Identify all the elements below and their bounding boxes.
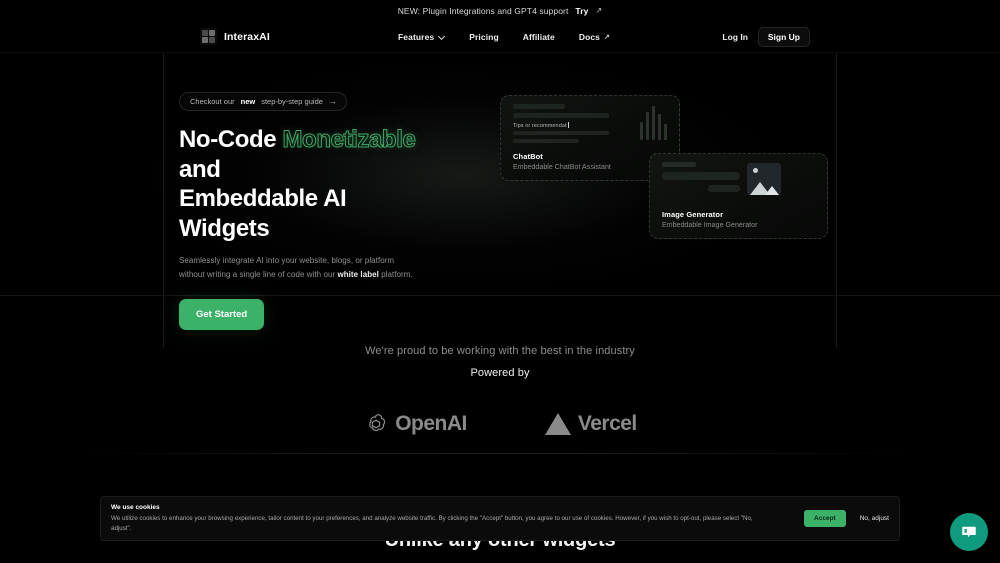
announcement-text: NEW: Plugin Integrations and GPT4 suppor… [397, 5, 569, 16]
cookie-accept-button[interactable]: Accept [804, 510, 846, 527]
nav-auth: Log In Sign Up [722, 26, 810, 47]
navbar: InteraxAI Features Pricing Affiliate Doc… [0, 21, 1000, 53]
guide-badge-strong: new [240, 97, 256, 106]
partner-openai-label: OpenAI [395, 412, 467, 435]
cookie-banner-body: We utilize cookies to enhance your brows… [111, 514, 753, 532]
hero-subtitle-strong: white label [337, 269, 379, 279]
hero-section: Checkout our new step-by-step guide → No… [0, 53, 1000, 343]
partner-openai: OpenAI [363, 411, 467, 437]
chatbot-typed-text: Tips or recommendat [513, 122, 569, 129]
external-link-arrow-icon: ↗ [595, 6, 603, 15]
partners-tagline: We're proud to be working with the best … [365, 345, 635, 357]
nav-item-affiliate-label: Affiliate [522, 31, 555, 42]
headline-line2: Embeddable AI Widgets [179, 185, 347, 242]
announcement-bar: NEW: Plugin Integrations and GPT4 suppor… [0, 0, 1000, 21]
chevron-down-icon [438, 33, 445, 40]
signup-button[interactable]: Sign Up [757, 26, 810, 47]
image-generator-card-subtitle: Embeddable Image Generator [662, 222, 758, 229]
cookie-banner: We use cookies We utilize cookies to enh… [100, 496, 900, 541]
nav-item-features-label: Features [398, 31, 435, 42]
nav-item-affiliate[interactable]: Affiliate [523, 32, 555, 42]
widget-card-image-generator[interactable]: Image Generator Embeddable Image Generat… [649, 153, 828, 239]
image-placeholder-icon [747, 163, 781, 195]
arrow-right-icon: → [328, 97, 337, 106]
partner-vercel-label: Vercel [577, 412, 637, 435]
external-link-arrow-icon: ↗ [604, 33, 610, 41]
guide-badge-suffix: step-by-step guide [261, 97, 323, 106]
headline-part1: No-Code [179, 126, 277, 153]
brand-name: InteraxAI [224, 30, 270, 43]
nav-item-features[interactable]: Features [398, 32, 445, 42]
powered-by-label: Powered by [470, 367, 530, 379]
section-divider [90, 453, 910, 454]
page-title: No-Code Monetizable and Embeddable AI Wi… [179, 125, 439, 243]
guide-badge[interactable]: Checkout our new step-by-step guide → [179, 92, 347, 111]
partner-vercel: Vercel [544, 412, 637, 436]
page-root: NEW: Plugin Integrations and GPT4 suppor… [0, 0, 1000, 563]
chat-widget-button[interactable] [950, 513, 988, 551]
chatbot-card-subtitle: Embeddable ChatBot Assistant [513, 164, 611, 171]
cookie-decline-button[interactable]: No, adjust [860, 515, 889, 522]
openai-logo-icon [369, 414, 386, 432]
cookie-banner-text: We use cookies We utilize cookies to enh… [111, 504, 804, 533]
guide-badge-prefix: Checkout our [190, 97, 235, 106]
partners-section: We're proud to be working with the best … [0, 345, 1000, 437]
chatbot-card-title: ChatBot [513, 152, 543, 161]
chatbot-card-body: ChatBot Embeddable ChatBot Assistant [513, 152, 611, 171]
nav-item-docs-label: Docs [578, 31, 601, 42]
nav-item-pricing[interactable]: Pricing [469, 32, 499, 42]
cookie-banner-actions: Accept No, adjust [804, 510, 889, 527]
waveform-icon [640, 106, 667, 140]
brand-logo[interactable]: InteraxAI [200, 28, 270, 45]
get-started-button[interactable]: Get Started [179, 298, 265, 330]
logo-mark-icon [200, 28, 217, 45]
headline-part2: and [179, 155, 221, 183]
announcement-try-link[interactable]: Try [575, 6, 588, 16]
hero-subtitle-part2: platform. [381, 269, 413, 279]
image-generator-card-body: Image Generator Embeddable Image Generat… [662, 210, 757, 229]
nav-item-pricing-label: Pricing [469, 31, 499, 42]
image-generator-card-title: Image Generator [662, 210, 724, 219]
chatbot-card-art: Tips or recommendat [501, 96, 679, 148]
login-button[interactable]: Log In [722, 32, 748, 42]
nav-links: Features Pricing Affiliate Docs ↗ [398, 32, 610, 42]
image-generator-card-art [650, 154, 827, 206]
chat-bubble-icon [962, 526, 976, 538]
vercel-triangle-icon [544, 413, 571, 435]
partner-logos: OpenAI Vercel [0, 411, 1000, 437]
headline-highlight: Monetizable [282, 126, 416, 154]
nav-item-docs[interactable]: Docs ↗ [579, 32, 610, 42]
cookie-banner-title: We use cookies [111, 503, 160, 511]
hero-subtitle: Seamlessly integrate AI into your websit… [179, 254, 419, 282]
hero-copy: Checkout our new step-by-step guide → No… [179, 91, 439, 330]
